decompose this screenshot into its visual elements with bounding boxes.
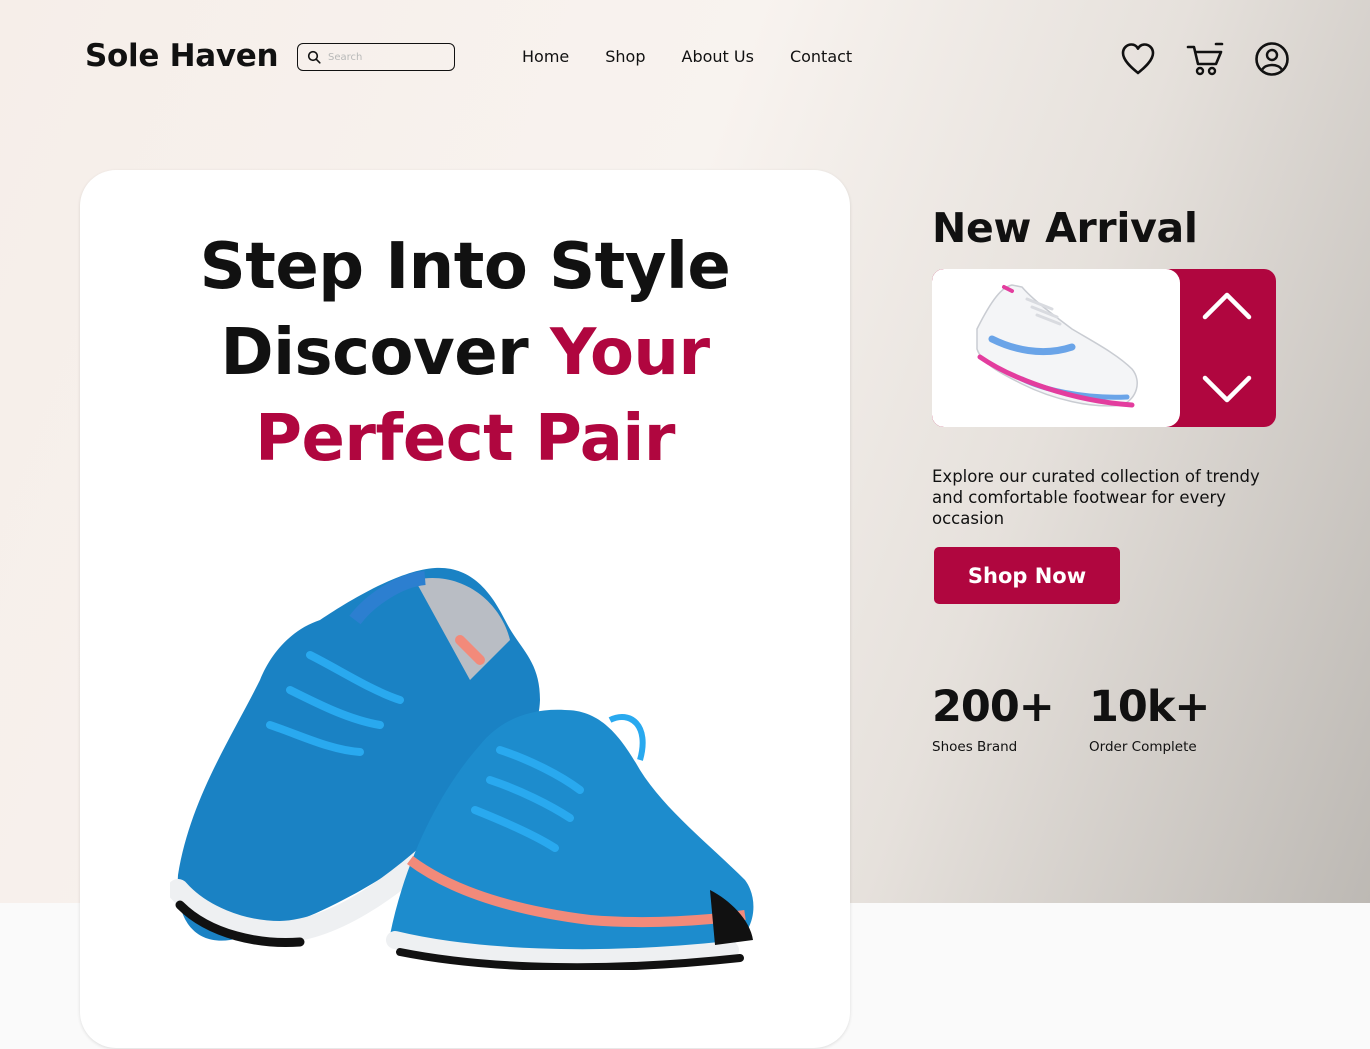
search-icon [307, 50, 321, 64]
search-box[interactable] [297, 43, 455, 71]
headline-your: Your [549, 316, 710, 390]
search-input[interactable] [328, 51, 438, 63]
brand-logo[interactable]: Sole Haven [85, 38, 279, 74]
user-icon[interactable] [1253, 40, 1291, 78]
chevron-up-icon[interactable] [1200, 287, 1254, 327]
stat-orders-label: Order Complete [1089, 739, 1197, 755]
new-arrival-title: New Arrival [932, 204, 1198, 252]
shop-now-button[interactable]: Shop Now [934, 547, 1120, 604]
stat-brands-label: Shoes Brand [932, 739, 1018, 755]
headline-line-2: Discover Your [0, 310, 930, 396]
nav-contact[interactable]: Contact [790, 47, 852, 66]
nav-about-us[interactable]: About Us [682, 47, 754, 66]
nav-shop[interactable]: Shop [605, 47, 645, 66]
stat-brands-value: 200+ [932, 682, 1055, 732]
cart-icon[interactable] [1186, 40, 1224, 78]
hero-description: Explore our curated collection of trendy… [932, 467, 1260, 528]
nav-home[interactable]: Home [522, 47, 569, 66]
new-arrival-image[interactable] [932, 269, 1180, 427]
headline-line-1: Step Into Style [199, 230, 731, 304]
headline-discover: Discover [220, 316, 529, 390]
headline-line-3: Perfect Pair [255, 402, 675, 476]
heart-icon[interactable] [1119, 40, 1157, 78]
hero-shoes-image [170, 567, 754, 970]
main-nav: Home Shop About Us Contact [522, 47, 888, 66]
hero-headline: Step Into Style Discover Your Perfect Pa… [0, 224, 930, 482]
chevron-down-icon[interactable] [1200, 368, 1254, 408]
stat-orders-value: 10k+ [1089, 682, 1210, 732]
